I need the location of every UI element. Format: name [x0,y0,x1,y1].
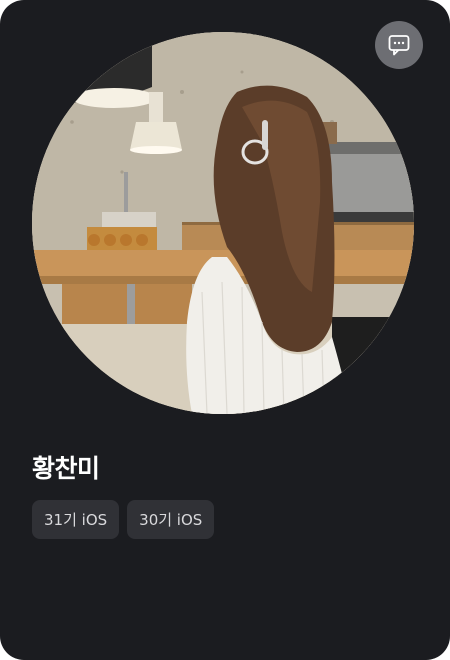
chat-bubble-icon [388,35,410,56]
generation-tag: 31기 iOS [32,500,120,539]
tag-list: 31기 iOS 30기 iOS [32,500,215,539]
generation-tag: 30기 iOS [127,500,215,539]
avatar [32,32,414,414]
profile-name: 황찬미 [32,454,100,483]
profile-card[interactable]: 황찬미 31기 iOS 30기 iOS [0,0,450,660]
profile-photo [32,32,414,414]
chat-button[interactable] [375,21,423,69]
